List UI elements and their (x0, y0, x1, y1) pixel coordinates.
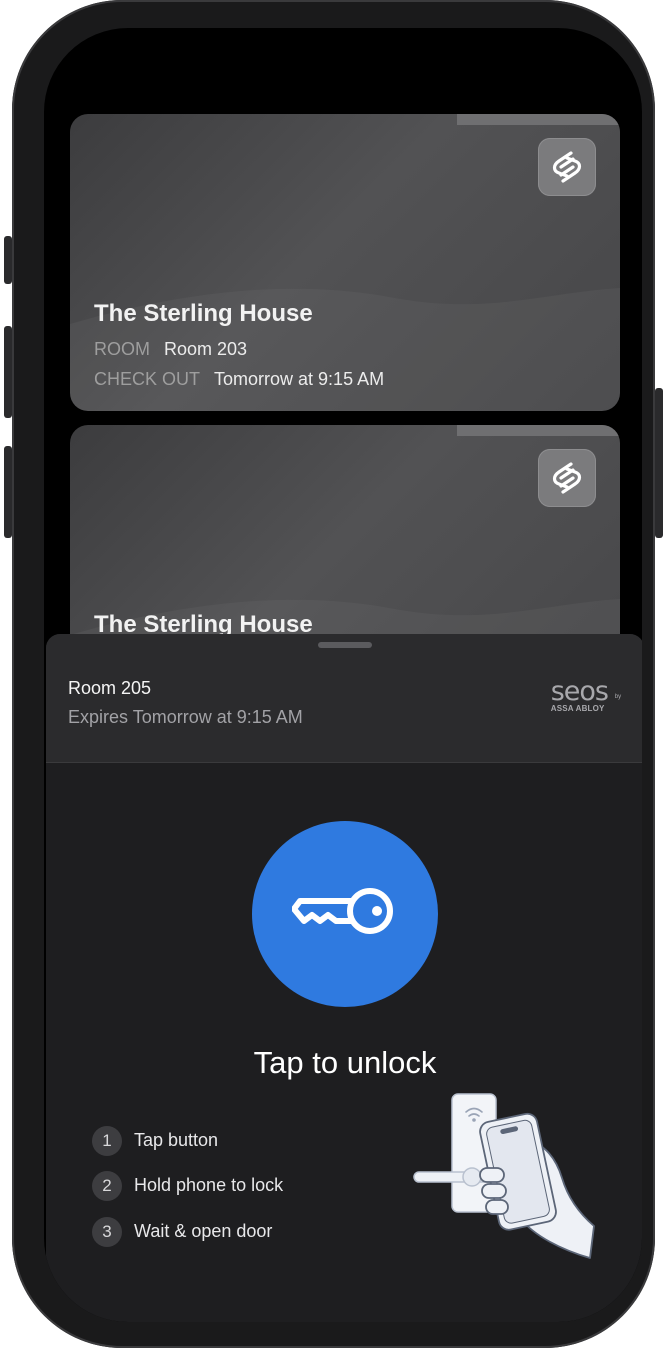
checkout-value: Tomorrow at 9:15 AM (214, 369, 385, 389)
sheet-expiry: Expires Tomorrow at 9:15 AM (68, 707, 303, 727)
action-button (4, 236, 12, 284)
room-value: Room 203 (164, 339, 248, 359)
room-row: ROOM Room 203 (94, 339, 247, 360)
checkout-label: CHECK OUT (94, 369, 201, 389)
key-icon (292, 888, 393, 934)
pass-card-room-203[interactable]: The Sterling House ROOM Room 203 CHECK OU… (70, 114, 620, 411)
room-label: ROOM (94, 339, 150, 359)
assa-abloy-wordmark: ASSA ABLOY (550, 704, 605, 713)
unlock-button[interactable] (252, 821, 438, 1007)
hotel-brand-icon (538, 449, 596, 507)
step-text: Tap button (134, 1130, 219, 1150)
sheet-grabber[interactable] (318, 642, 372, 648)
sheet-room-title: Room 205 (68, 678, 152, 698)
step-number: 2 (92, 1171, 122, 1201)
card-top-strip (457, 425, 620, 436)
volume-down-button (4, 446, 12, 538)
volume-up-button (4, 326, 12, 418)
step-text: Hold phone to lock (134, 1175, 284, 1195)
step-text: Wait & open door (134, 1221, 273, 1241)
phone-frame: The Sterling House ROOM Room 203 CHECK OU… (4, 0, 663, 1348)
seos-logo: seos by ASSA ABLOY (550, 676, 621, 714)
hand-holding-phone-to-lock-illustration (413, 1093, 595, 1259)
checkout-row: CHECK OUT Tomorrow at 9:15 AM (94, 369, 384, 390)
screen: The Sterling House ROOM Room 203 CHECK OU… (44, 28, 642, 1322)
step-number: 1 (92, 1126, 122, 1156)
tap-to-unlock-label: Tap to unlock (253, 1045, 437, 1080)
pass-detail-sheet: Room 205 Expires Tomorrow at 9:15 AM seo… (46, 634, 642, 1322)
step-number: 3 (92, 1217, 122, 1247)
seos-wordmark: seos (550, 676, 609, 707)
power-button (655, 388, 663, 538)
card-top-strip (457, 114, 620, 125)
sheet-header: Room 205 Expires Tomorrow at 9:15 AM seo… (46, 634, 642, 763)
hotel-brand-icon (538, 138, 596, 196)
seos-by: by (614, 694, 622, 700)
hotel-name: The Sterling House (94, 300, 313, 327)
